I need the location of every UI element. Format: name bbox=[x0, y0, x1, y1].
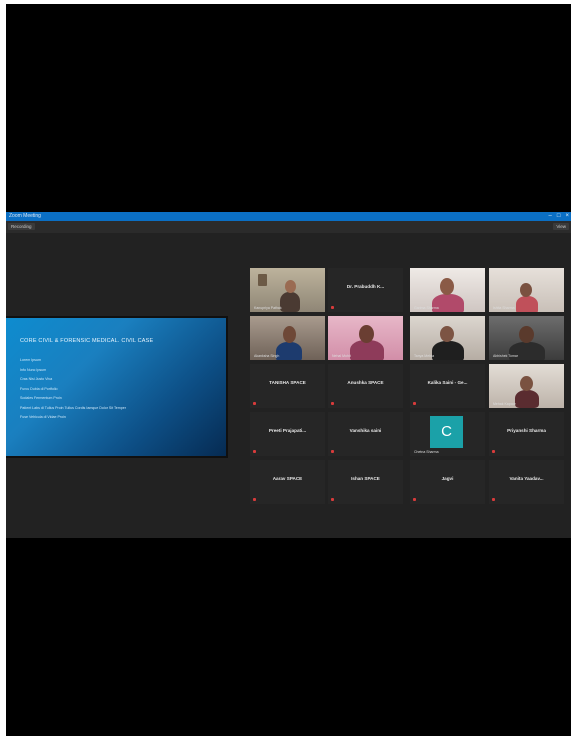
mic-muted-icon bbox=[492, 498, 495, 501]
shared-screen-slide: CORE CIVIL & FORENSIC MEDICAL. CIVIL CAS… bbox=[6, 318, 226, 456]
participant-name: Ishan SPACE bbox=[351, 476, 380, 481]
participant-name: Akanksha Singh bbox=[254, 354, 280, 358]
participant-name: Vanita Yaadav... bbox=[509, 476, 544, 481]
participant-tile[interactable]: Preeti Prajapati... bbox=[250, 412, 325, 456]
participant-tile[interactable]: Priyanshi Sharma bbox=[489, 412, 564, 456]
view-button[interactable]: View bbox=[553, 223, 569, 230]
mic-muted-icon bbox=[331, 306, 334, 309]
participant-tile[interactable]: Jagvi bbox=[410, 460, 485, 504]
slide-bullet: Cras Nisi Justo Viva bbox=[20, 377, 53, 381]
mic-muted-icon bbox=[253, 498, 256, 501]
participant-name: Dr. Prabuddh K... bbox=[346, 284, 385, 289]
avatar: C bbox=[430, 416, 463, 448]
slide-bullet: Patient Labs di Tullus Proin Tullus Cord… bbox=[20, 405, 126, 410]
participant-name: Anushka SPACE bbox=[347, 380, 384, 385]
participant-name: Kalika Saini - Ge... bbox=[427, 380, 468, 385]
participant-tile[interactable]: Vanita Yaadav... bbox=[489, 460, 564, 504]
participant-tile[interactable]: Dr. Prabuddh K... bbox=[328, 268, 403, 312]
participant-name: Preeti Prajapati... bbox=[268, 428, 307, 433]
meeting-window: Zoom Meeting – □ × Recording View CORE C… bbox=[6, 212, 571, 538]
slide-bullet: Furcu Dubia di Portfolio bbox=[20, 386, 58, 391]
meeting-toolbar: Recording View bbox=[6, 221, 571, 233]
title-bar: Zoom Meeting – □ × bbox=[6, 212, 571, 221]
participant-tile[interactable]: TANISHA SPACE bbox=[250, 364, 325, 408]
recording-button[interactable]: Recording bbox=[8, 223, 35, 230]
window-title: Zoom Meeting bbox=[9, 213, 41, 219]
slide-bullet: Lorem Ipsum bbox=[20, 358, 41, 362]
participant-name: Mehak Kapoor bbox=[493, 402, 516, 406]
screen-frame: Zoom Meeting – □ × Recording View CORE C… bbox=[6, 4, 571, 736]
minimize-icon[interactable]: – bbox=[549, 212, 552, 221]
slide-title: CORE CIVIL & FORENSIC MEDICAL. CIVIL CAS… bbox=[20, 338, 154, 344]
participant-name: Jagvi bbox=[441, 476, 454, 481]
mic-muted-icon bbox=[253, 402, 256, 405]
participant-tile[interactable]: Kanupriya Pathak bbox=[250, 268, 325, 312]
participant-tile[interactable]: Ishita Sharma bbox=[489, 268, 564, 312]
participant-tile[interactable]: Ishan SPACE bbox=[328, 460, 403, 504]
slide-bullet: Fuse Vehicula di Vidae Proin bbox=[20, 415, 66, 419]
mic-muted-icon bbox=[331, 450, 334, 453]
participant-name: Vanshika saini bbox=[349, 428, 382, 433]
participant-name: Kanupriya Pathak bbox=[254, 306, 282, 310]
participant-name: Chetna Sharma bbox=[414, 450, 439, 454]
slide-bullet-list: Lorem Ipsum Info Nunc Ipsum Cras Nisi Ju… bbox=[20, 356, 126, 423]
slide-bullet: Info Nunc Ipsum bbox=[20, 367, 47, 372]
participant-name: Aarav SPACE bbox=[272, 476, 303, 481]
mic-muted-icon bbox=[253, 450, 256, 453]
participant-tile[interactable]: Nehal Mohit bbox=[328, 316, 403, 360]
window-controls: – □ × bbox=[549, 212, 569, 221]
mic-muted-icon bbox=[413, 498, 416, 501]
participant-tile[interactable]: Abhishek Tomar bbox=[489, 316, 564, 360]
participant-name: Garima Sharma bbox=[414, 306, 439, 310]
slide-bullet: Sodales Fermentum Proin bbox=[20, 396, 62, 400]
participant-name: Nehal Mohit bbox=[332, 354, 351, 358]
participant-name: Priyanshi Sharma bbox=[507, 428, 546, 433]
participant-name: Ishita Sharma bbox=[493, 306, 515, 310]
mic-muted-icon bbox=[331, 498, 334, 501]
mic-muted-icon bbox=[413, 402, 416, 405]
participant-tile[interactable]: Garima Sharma bbox=[410, 268, 485, 312]
participant-tile[interactable]: Anushka SPACE bbox=[328, 364, 403, 408]
maximize-icon[interactable]: □ bbox=[557, 212, 561, 221]
participant-tile[interactable]: Kalika Saini - Ge... bbox=[410, 364, 485, 408]
participant-tile[interactable]: Mehak Kapoor bbox=[489, 364, 564, 408]
close-icon[interactable]: × bbox=[565, 212, 569, 221]
participant-tile[interactable]: C Chetna Sharma bbox=[410, 412, 485, 456]
participant-tile[interactable]: Aarav SPACE bbox=[250, 460, 325, 504]
participant-name: Abhishek Tomar bbox=[493, 354, 519, 358]
participant-tile[interactable]: Tanya Mehta bbox=[410, 316, 485, 360]
participant-name: Tanya Mehta bbox=[414, 354, 435, 358]
participant-tile[interactable]: Akanksha Singh bbox=[250, 316, 325, 360]
mic-muted-icon bbox=[492, 450, 495, 453]
participant-name: TANISHA SPACE bbox=[269, 380, 306, 385]
mic-muted-icon bbox=[331, 402, 334, 405]
participant-tile[interactable]: Vanshika saini bbox=[328, 412, 403, 456]
